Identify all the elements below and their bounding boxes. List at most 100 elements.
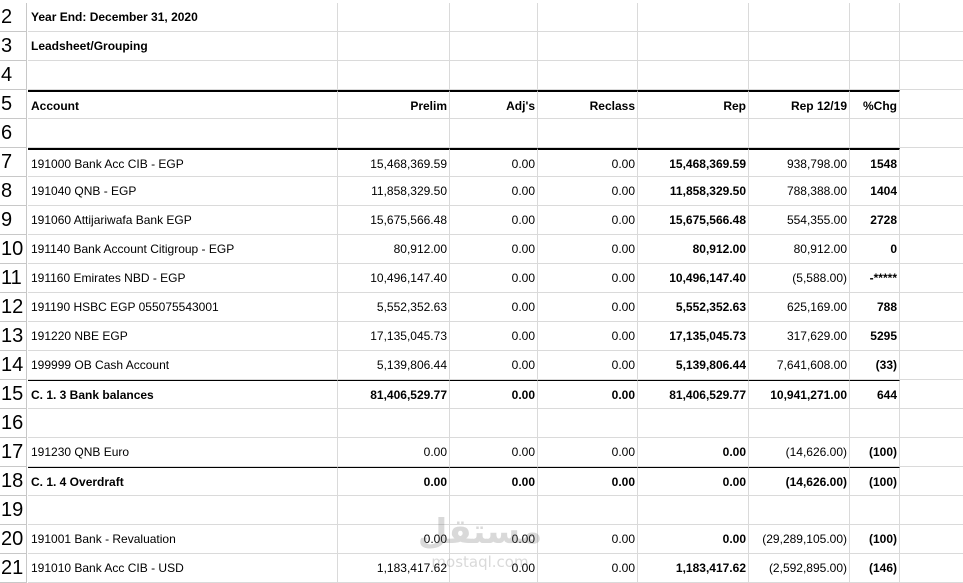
cell-a[interactable]: 191040 QNB - EGP	[28, 177, 338, 206]
cell-f[interactable]: (29,289,105.00)	[749, 525, 850, 554]
cell-d[interactable]: 0.00	[538, 438, 638, 467]
cell-e[interactable]	[638, 61, 749, 90]
row-header[interactable]: 3	[0, 32, 27, 61]
cell-c[interactable]: 0.00	[450, 206, 538, 235]
cell-a[interactable]: 191060 Attijariwafa Bank EGP	[28, 206, 338, 235]
cell-d[interactable]: Reclass	[538, 90, 638, 119]
cell-e[interactable]: 5,552,352.63	[638, 293, 749, 322]
cell-g[interactable]: (100)	[850, 438, 900, 467]
cell-d[interactable]: 0.00	[538, 235, 638, 264]
cell-f[interactable]: (14,626.00)	[749, 467, 850, 496]
cell-e[interactable]: 15,468,369.59	[638, 148, 749, 177]
cell-d[interactable]: 0.00	[538, 380, 638, 409]
cell-b[interactable]	[338, 3, 450, 32]
cell-f[interactable]: 625,169.00	[749, 293, 850, 322]
cell-g[interactable]: 1404	[850, 177, 900, 206]
cell-b[interactable]: 5,139,806.44	[338, 351, 450, 380]
cell-e[interactable]: Rep	[638, 90, 749, 119]
cell-e[interactable]: 17,135,045.73	[638, 322, 749, 351]
cell-h[interactable]	[900, 351, 963, 380]
row-header[interactable]: 4	[0, 61, 27, 90]
cell-c[interactable]: 0.00	[450, 177, 538, 206]
cell-c[interactable]: 0.00	[450, 293, 538, 322]
cell-b[interactable]	[338, 119, 450, 148]
cell-c[interactable]: 0.00	[450, 264, 538, 293]
cell-b[interactable]: 81,406,529.77	[338, 380, 450, 409]
cell-a[interactable]: 191010 Bank Acc CIB - USD	[28, 554, 338, 583]
cell-f[interactable]: 554,355.00	[749, 206, 850, 235]
cell-b[interactable]: 17,135,045.73	[338, 322, 450, 351]
cell-c[interactable]: 0.00	[450, 351, 538, 380]
cell-b[interactable]: 80,912.00	[338, 235, 450, 264]
cell-c[interactable]	[450, 409, 538, 438]
cell-g[interactable]: 1548	[850, 148, 900, 177]
cell-f[interactable]	[749, 496, 850, 525]
row-header[interactable]: 9	[0, 206, 27, 235]
row-header[interactable]: 14	[0, 351, 27, 380]
row-header[interactable]: 6	[0, 119, 27, 148]
cell-h[interactable]	[900, 235, 963, 264]
cell-c[interactable]: 0.00	[450, 380, 538, 409]
cell-c[interactable]: 0.00	[450, 525, 538, 554]
cell-c[interactable]: 0.00	[450, 235, 538, 264]
cell-c[interactable]	[450, 119, 538, 148]
cell-g[interactable]	[850, 409, 900, 438]
cell-a[interactable]	[28, 496, 338, 525]
cell-a[interactable]: 191001 Bank - Revaluation	[28, 525, 338, 554]
cell-a[interactable]: 191160 Emirates NBD - EGP	[28, 264, 338, 293]
cell-b[interactable]	[338, 496, 450, 525]
row-header[interactable]: 11	[0, 264, 27, 293]
cell-a[interactable]: C. 1. 3 Bank balances	[28, 380, 338, 409]
cell-a[interactable]: Account	[28, 90, 338, 119]
cell-f[interactable]	[749, 3, 850, 32]
cell-a[interactable]: 191140 Bank Account Citigroup - EGP	[28, 235, 338, 264]
cell-a[interactable]: 191190 HSBC EGP 055075543001	[28, 293, 338, 322]
cell-h[interactable]	[900, 148, 963, 177]
row-header[interactable]: 7	[0, 148, 27, 177]
cell-d[interactable]	[538, 119, 638, 148]
cell-f[interactable]: (5,588.00)	[749, 264, 850, 293]
cell-d[interactable]	[538, 61, 638, 90]
cell-e[interactable]: 1,183,417.62	[638, 554, 749, 583]
row-header[interactable]: 15	[0, 380, 27, 409]
cell-g[interactable]	[850, 496, 900, 525]
cell-b[interactable]	[338, 61, 450, 90]
cell-h[interactable]	[900, 380, 963, 409]
cell-b[interactable]: 5,552,352.63	[338, 293, 450, 322]
cell-g[interactable]: (100)	[850, 525, 900, 554]
cell-g[interactable]: 644	[850, 380, 900, 409]
cell-d[interactable]: 0.00	[538, 467, 638, 496]
cell-f[interactable]: 788,388.00	[749, 177, 850, 206]
cell-e[interactable]: 0.00	[638, 525, 749, 554]
cell-h[interactable]	[900, 467, 963, 496]
cell-e[interactable]: 15,675,566.48	[638, 206, 749, 235]
cell-e[interactable]	[638, 409, 749, 438]
cell-a[interactable]: 191220 NBE EGP	[28, 322, 338, 351]
cell-e[interactable]: 81,406,529.77	[638, 380, 749, 409]
cell-h[interactable]	[900, 3, 963, 32]
cell-a[interactable]: 191000 Bank Acc CIB - EGP	[28, 148, 338, 177]
row-header[interactable]: 16	[0, 409, 27, 438]
cell-f[interactable]: 80,912.00	[749, 235, 850, 264]
cell-d[interactable]: 0.00	[538, 293, 638, 322]
cell-g[interactable]: 0	[850, 235, 900, 264]
cell-a[interactable]	[28, 119, 338, 148]
cell-g[interactable]: 5295	[850, 322, 900, 351]
cell-e[interactable]: 0.00	[638, 438, 749, 467]
cell-b[interactable]	[338, 32, 450, 61]
cell-c[interactable]	[450, 32, 538, 61]
cell-f[interactable]: 317,629.00	[749, 322, 850, 351]
row-header[interactable]: 12	[0, 293, 27, 322]
cell-d[interactable]: 0.00	[538, 525, 638, 554]
cell-c[interactable]: Adj's	[450, 90, 538, 119]
cell-d[interactable]	[538, 32, 638, 61]
cell-b[interactable]: 11,858,329.50	[338, 177, 450, 206]
cell-g[interactable]	[850, 61, 900, 90]
cell-f[interactable]: Rep 12/19	[749, 90, 850, 119]
cell-h[interactable]	[900, 525, 963, 554]
cell-c[interactable]: 0.00	[450, 554, 538, 583]
cell-h[interactable]	[900, 61, 963, 90]
row-header[interactable]: 18	[0, 467, 27, 496]
cell-d[interactable]	[538, 3, 638, 32]
cell-a[interactable]	[28, 409, 338, 438]
